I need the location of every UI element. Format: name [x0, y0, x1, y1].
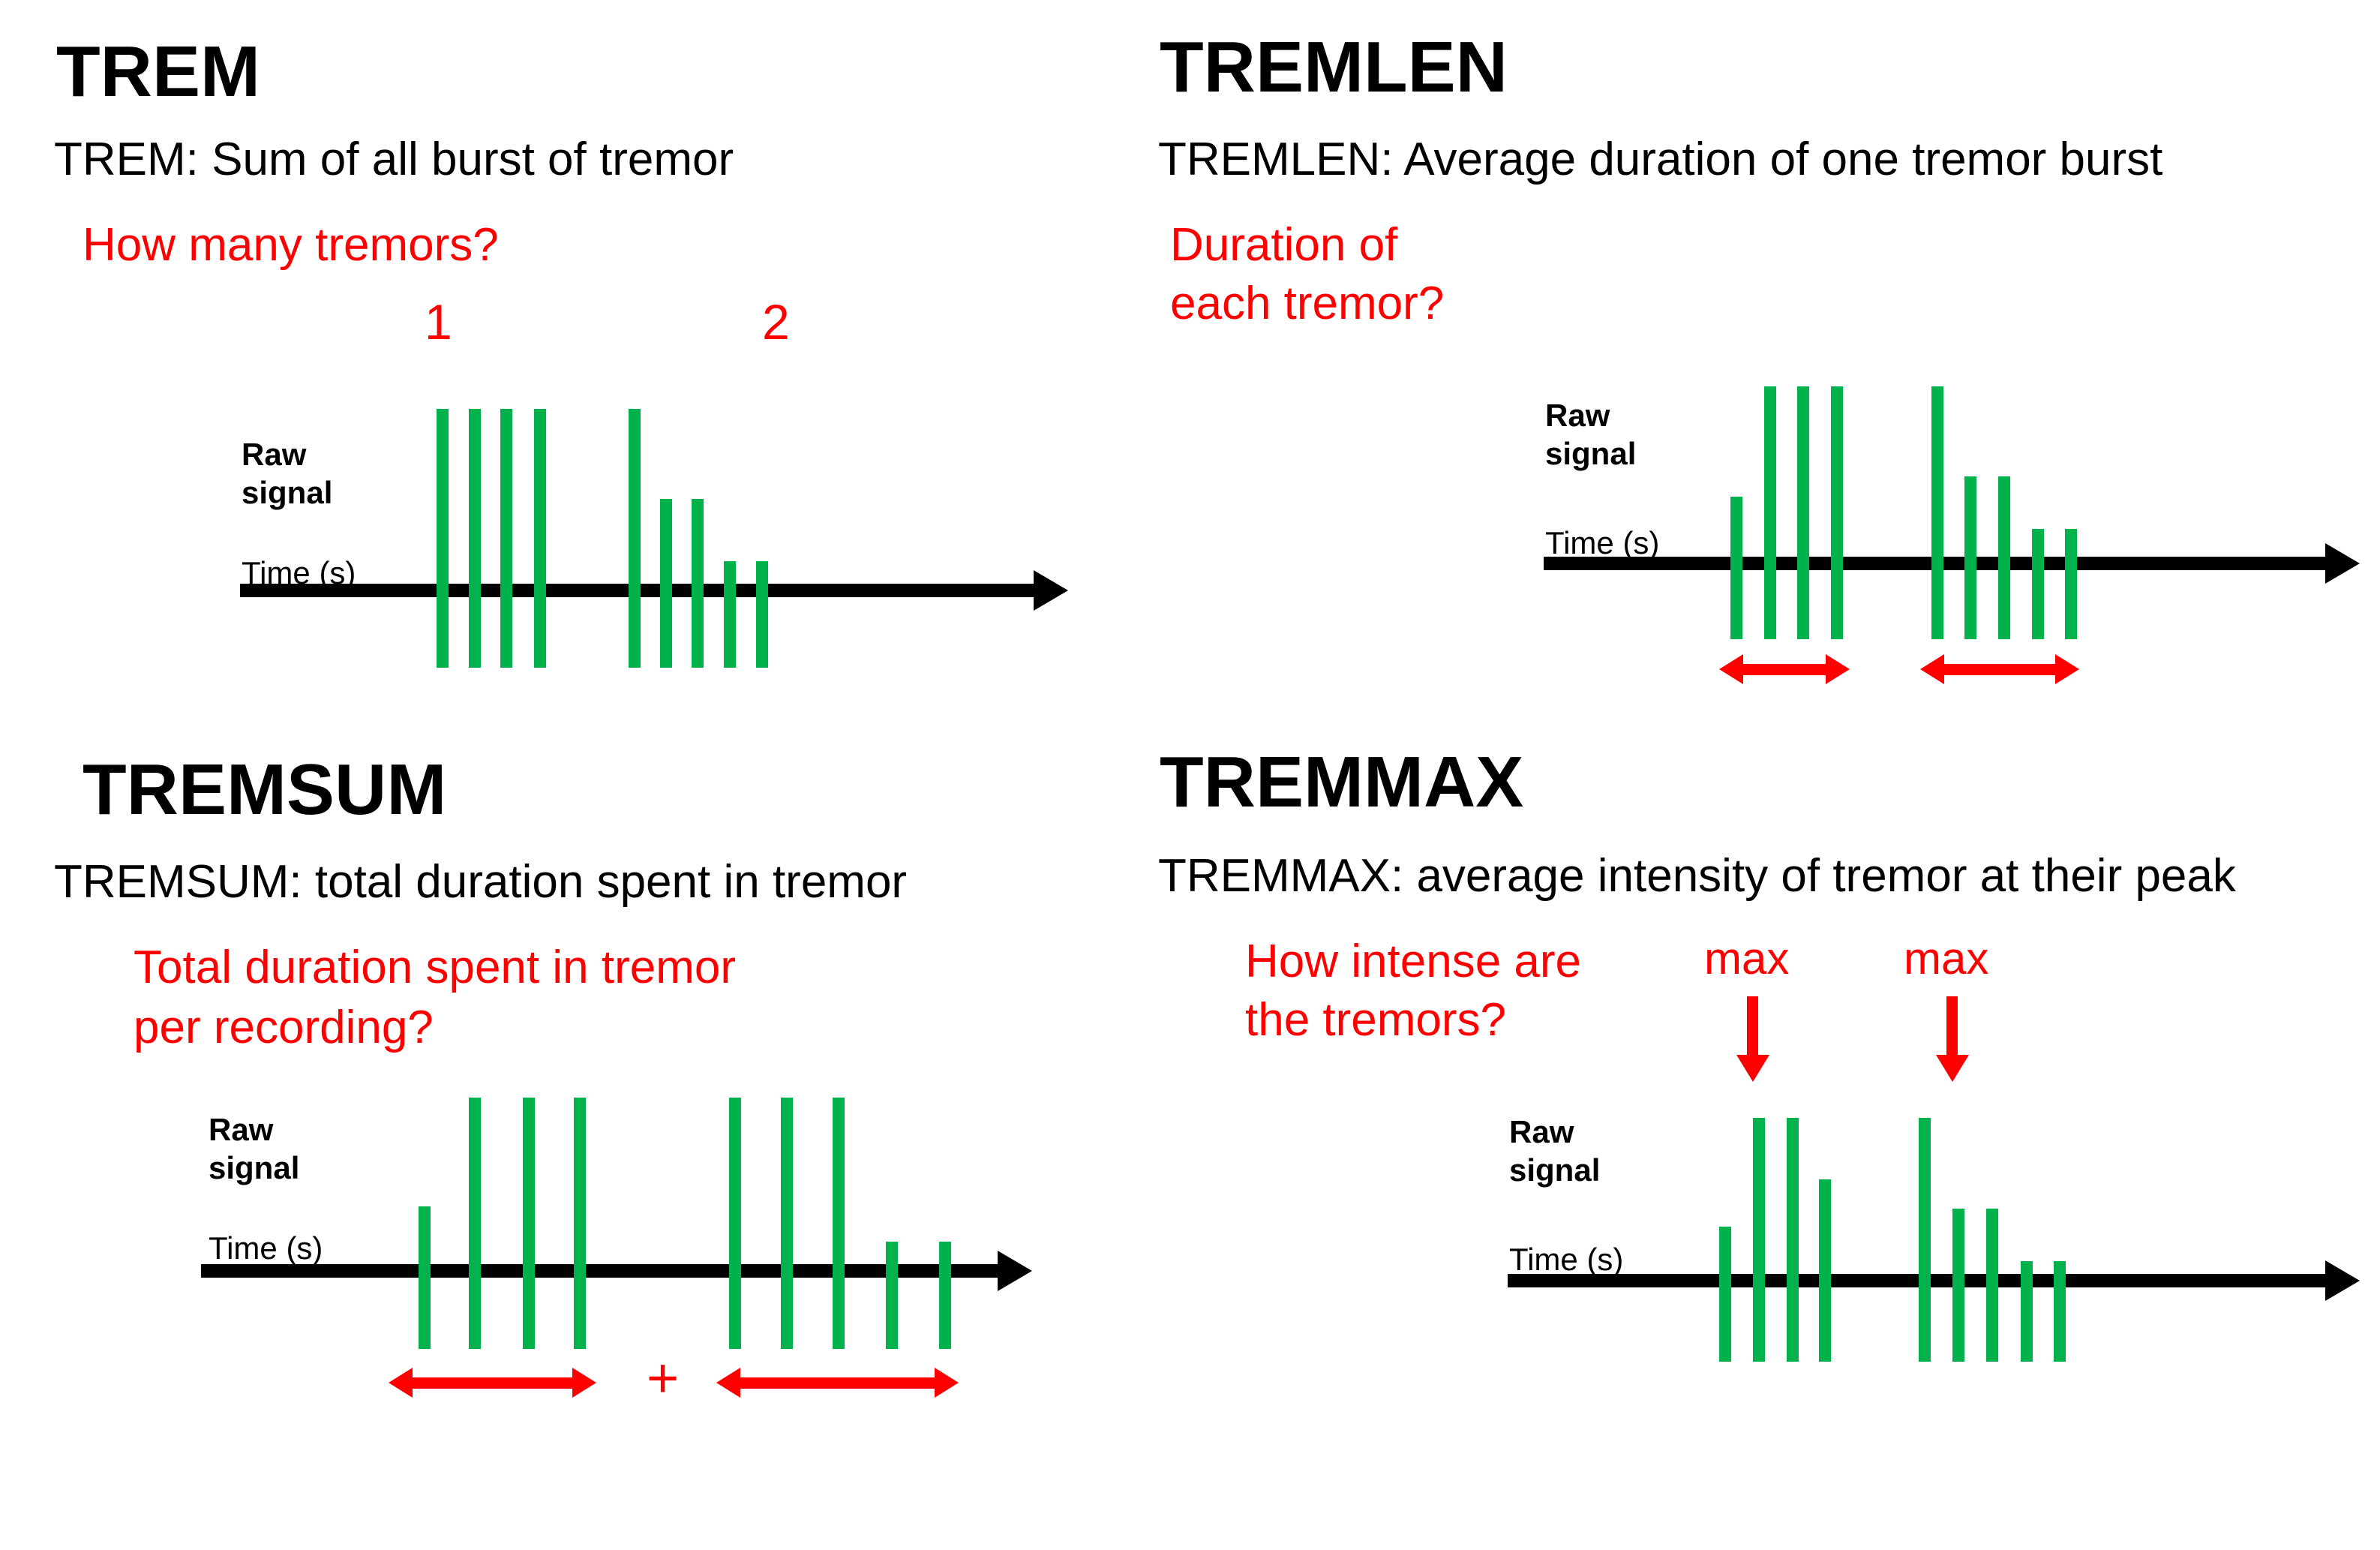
panel-tremsum: TREMSUM TREMSUM: total duration spent in…: [0, 739, 1140, 1550]
arrow-shaft: [410, 1377, 575, 1389]
signal-spike: [1952, 1209, 1964, 1362]
panel-tremlen: TREMLEN TREMLEN: Average duration of one…: [1140, 0, 2380, 750]
axis-label-time: Time (s): [1545, 525, 1660, 560]
signal-spike: [833, 1098, 845, 1349]
arrow-head-down-icon: [1936, 1055, 1969, 1082]
axis-label-raw-signal: Raw signal: [1545, 398, 1637, 472]
plus-operator: +: [647, 1347, 680, 1409]
chart-trem: Raw signal Time (s): [0, 0, 1140, 750]
signal-spike: [886, 1242, 898, 1349]
arrow-head-right-icon: [572, 1368, 596, 1398]
signal-spike: [1787, 1118, 1799, 1362]
chart-tremlen: Raw signal Time (s): [1140, 0, 2380, 750]
signal-spike: [629, 409, 641, 668]
time-axis-arrowhead: [2325, 1260, 2360, 1301]
burst-duration-arrow-1: [1719, 654, 1850, 684]
burst-duration-arrow-1: [389, 1368, 596, 1398]
signal-spike: [756, 561, 768, 668]
signal-spike: [1797, 386, 1809, 639]
signal-spike: [1819, 1179, 1831, 1362]
arrow-shaft: [1747, 996, 1758, 1056]
time-axis-line: [1508, 1274, 2327, 1287]
axis-label-raw-signal: Raw signal: [209, 1112, 300, 1186]
chart-tremmax: max max Raw signal Time (s): [1140, 739, 2380, 1550]
chart-tremsum: Raw signal Time (s) +: [0, 739, 1140, 1550]
signal-spike: [469, 1098, 481, 1349]
arrow-head-right-icon: [1826, 654, 1850, 684]
arrow-shaft: [1740, 664, 1829, 675]
signal-spike: [2021, 1261, 2033, 1362]
signal-spike: [939, 1242, 951, 1349]
signal-spike: [1719, 1227, 1731, 1362]
signal-spike: [1919, 1118, 1931, 1362]
signal-spike: [724, 561, 736, 668]
arrow-head-down-icon: [1736, 1055, 1769, 1082]
signal-spike: [469, 409, 481, 668]
signal-spike: [534, 409, 546, 668]
arrow-shaft: [737, 1377, 938, 1389]
panel-tremmax: TREMMAX TREMMAX: average intensity of tr…: [1140, 739, 2380, 1550]
signal-spike: [437, 409, 449, 668]
max-label-2: max: [1904, 933, 1989, 984]
panel-trem: TREM TREM: Sum of all burst of tremor Ho…: [0, 0, 1140, 750]
signal-spike: [1998, 476, 2010, 639]
signal-spike: [1986, 1209, 1998, 1362]
signal-spike: [1964, 476, 1976, 639]
signal-spike: [660, 499, 672, 668]
axis-label-time: Time (s): [1509, 1242, 1624, 1277]
signal-spike: [500, 409, 512, 668]
signal-spike: [523, 1098, 535, 1349]
axis-label-raw-signal: Raw signal: [242, 437, 333, 511]
arrow-shaft: [1946, 996, 1958, 1056]
signal-spike: [1753, 1118, 1765, 1362]
time-axis-arrowhead: [2325, 543, 2360, 584]
signal-spike: [1931, 386, 1943, 639]
time-axis-arrowhead: [998, 1251, 1032, 1291]
signal-spike: [2032, 529, 2044, 639]
signal-spike: [2054, 1261, 2066, 1362]
max-label-1: max: [1704, 933, 1790, 984]
arrow-shaft: [1941, 664, 2058, 675]
signal-spike: [1831, 386, 1843, 639]
arrow-head-right-icon: [2055, 654, 2079, 684]
max-arrow-1: [1736, 996, 1769, 1083]
signal-spike: [692, 499, 704, 668]
max-arrow-2: [1936, 996, 1969, 1083]
signal-spike: [1730, 497, 1742, 639]
axis-label-raw-signal: Raw signal: [1509, 1114, 1601, 1188]
signal-spike: [781, 1098, 793, 1349]
burst-duration-arrow-2: [716, 1368, 959, 1398]
signal-spike: [2065, 529, 2077, 639]
axis-label-time: Time (s): [209, 1230, 323, 1266]
time-axis-arrowhead: [1034, 570, 1068, 611]
time-axis-line: [201, 1264, 999, 1278]
signal-spike: [729, 1098, 741, 1349]
signal-spike: [419, 1206, 431, 1349]
signal-spike: [574, 1098, 586, 1349]
burst-duration-arrow-2: [1920, 654, 2079, 684]
signal-spike: [1764, 386, 1776, 639]
arrow-head-right-icon: [935, 1368, 959, 1398]
